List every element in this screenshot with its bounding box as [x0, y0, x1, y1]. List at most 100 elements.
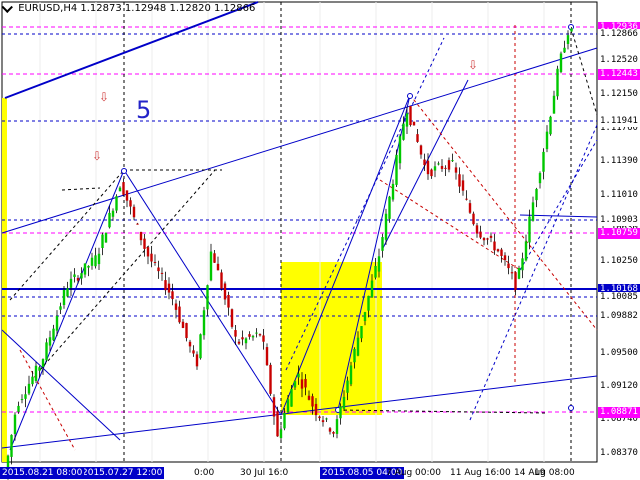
candle-body [517, 268, 521, 279]
candle-body [402, 123, 405, 140]
candle-body [220, 272, 223, 289]
candle-body [325, 418, 328, 420]
candle-body [265, 347, 269, 366]
candle-body [97, 253, 101, 265]
candle-body [339, 406, 342, 419]
candle-body [528, 216, 531, 243]
candle-body [360, 326, 363, 339]
candle-body [342, 396, 346, 409]
candle-body [80, 273, 83, 279]
candle-body [255, 332, 258, 334]
candle-body [10, 434, 13, 457]
candle-body [150, 253, 153, 262]
candle-body [398, 136, 402, 164]
candle-body [24, 394, 27, 399]
candle-body [510, 272, 514, 274]
candle-body [535, 188, 538, 201]
down-arrow-icon: ⇩ [468, 58, 479, 72]
price-level-tag: 1.10085 [598, 292, 640, 303]
candle-body [146, 247, 150, 257]
candle-body [412, 121, 416, 126]
price-tick-label: 1.11390 [598, 156, 640, 167]
candle-body [570, 28, 573, 32]
candle-body [223, 283, 227, 300]
candle-body [164, 280, 167, 291]
candle-body [90, 257, 94, 266]
price-tick-label: 1.11010 [598, 190, 640, 201]
candle-body [430, 169, 433, 177]
candle-body [454, 167, 458, 173]
candle-body [234, 330, 237, 337]
highlight-zone-left [2, 98, 7, 462]
candle-body [367, 295, 370, 311]
candle-body [17, 405, 20, 412]
candle-body [269, 364, 272, 394]
price-tick-label: 1.12150 [598, 89, 640, 100]
candle-body [230, 309, 234, 327]
candle-body [258, 334, 262, 336]
candle-body [468, 203, 472, 213]
candle-body [52, 328, 55, 341]
candle-body [108, 212, 111, 228]
candle-body [426, 160, 430, 175]
candle-body [83, 263, 87, 275]
ohlc-label: 1.12873 1.12948 1.12820 1.12866 [80, 3, 256, 14]
candle-body [300, 379, 304, 389]
candle-body [346, 380, 349, 393]
price-tick-label: 1.12520 [598, 55, 640, 66]
candle-body [318, 416, 321, 419]
price-level-tag: 1.10903 [598, 215, 640, 226]
price-tick-label: 1.08370 [598, 448, 640, 459]
candle-body [556, 68, 559, 97]
candle-body [139, 231, 143, 241]
candle-body [293, 381, 297, 388]
candle-body [370, 280, 374, 298]
candle-body [174, 303, 178, 310]
candle-body [115, 196, 118, 211]
candle-body [41, 359, 45, 367]
candle-body [143, 238, 146, 249]
candle-body [335, 419, 339, 434]
price-level-tag: 1.08871 [598, 407, 640, 418]
candle-body [160, 272, 164, 274]
candle-body [132, 206, 136, 218]
candle-body [237, 341, 241, 344]
candle-body [311, 396, 314, 407]
candle-body [241, 337, 244, 340]
candle-body [286, 399, 290, 413]
candle-body [136, 223, 139, 225]
candle-body [405, 113, 409, 127]
candle-body [465, 198, 468, 200]
chart-canvas[interactable] [0, 0, 640, 480]
candle-body [283, 412, 286, 429]
candle-body [227, 294, 230, 308]
candle-body [111, 210, 115, 217]
symbol-label: EURUSD,H4 [18, 3, 78, 14]
candle-body [433, 166, 437, 171]
candle-body [209, 251, 213, 281]
candle-body [276, 411, 279, 437]
candle-body [388, 196, 391, 219]
candle-body [202, 310, 206, 336]
candle-body [423, 159, 426, 166]
candle-body [272, 397, 276, 417]
candle-body [69, 278, 73, 288]
price-tick-label: 1.09500 [598, 348, 640, 359]
candle-body [437, 163, 440, 165]
candle-body [216, 263, 220, 271]
candle-body [493, 241, 496, 251]
candle-body [188, 341, 192, 347]
candle-body [332, 432, 335, 434]
candle-body [251, 335, 255, 338]
candle-body [48, 337, 52, 346]
candle-body [416, 134, 419, 142]
candle-body [157, 267, 160, 272]
candle-body [167, 283, 171, 293]
candle-body [153, 261, 157, 263]
candle-body [62, 289, 66, 306]
down-arrow-icon: ⇩ [92, 149, 103, 163]
price-level-tag: 1.12443 [598, 69, 640, 80]
candle-body [444, 167, 447, 169]
candle-body [538, 173, 542, 184]
candle-body [489, 235, 493, 238]
